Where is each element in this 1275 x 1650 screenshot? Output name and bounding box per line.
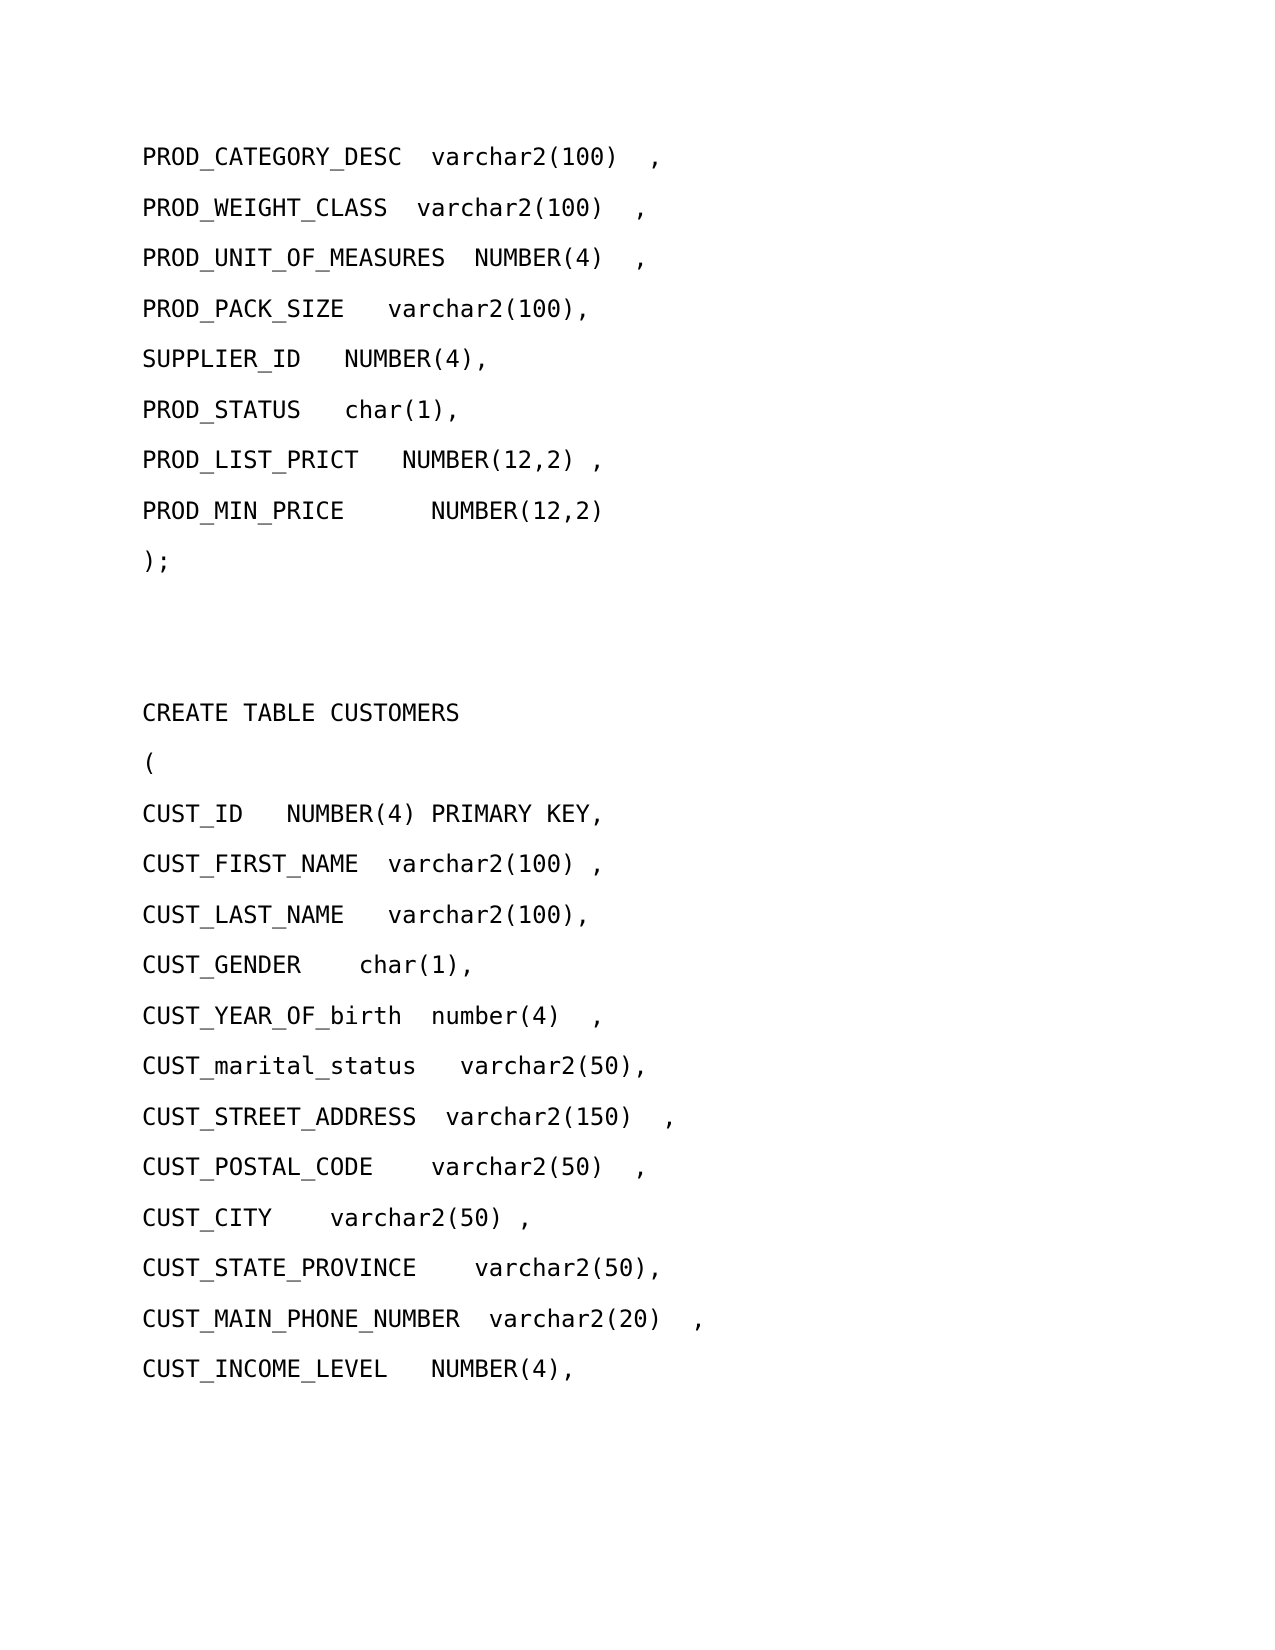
code-line-create-table-customers: CREATE TABLE CUSTOMERS bbox=[142, 698, 460, 727]
code-line: CUST_LAST_NAME varchar2(100), bbox=[142, 900, 590, 929]
code-line: CUST_STATE_PROVINCE varchar2(50), bbox=[142, 1254, 663, 1282]
code-line: SUPPLIER_ID NUMBER(4), bbox=[142, 345, 489, 373]
code-line: CUST_GENDER char(1), bbox=[142, 951, 475, 979]
code-line: CUST_ID NUMBER(4) PRIMARY KEY, bbox=[142, 799, 605, 828]
code-line: PROD_STATUS char(1), bbox=[142, 395, 460, 424]
code-line: PROD_CATEGORY_DESC varchar2(100) , bbox=[142, 143, 663, 171]
code-line: CUST_MAIN_PHONE_NUMBER varchar2(20) , bbox=[142, 1304, 706, 1333]
code-line: CUST_CITY varchar2(50) , bbox=[142, 1203, 533, 1232]
code-line: PROD_WEIGHT_CLASS varchar2(100) , bbox=[142, 193, 648, 222]
sql-code-block: PROD_CATEGORY_DESC varchar2(100) , PROD_… bbox=[142, 132, 1215, 1395]
code-line: PROD_PACK_SIZE varchar2(100), bbox=[142, 294, 590, 323]
code-line-open-paren: ( bbox=[142, 749, 157, 777]
code-line: CUST_YEAR_OF_birth number(4) , bbox=[142, 1001, 605, 1030]
code-line: CUST_FIRST_NAME varchar2(100) , bbox=[142, 850, 605, 878]
document-page: PROD_CATEGORY_DESC varchar2(100) , PROD_… bbox=[0, 0, 1275, 1650]
code-line-statement-terminator: ); bbox=[142, 547, 171, 575]
code-line: PROD_LIST_PRICT NUMBER(12,2) , bbox=[142, 446, 605, 474]
code-line: PROD_UNIT_OF_MEASURES NUMBER(4) , bbox=[142, 244, 648, 272]
code-line: CUST_INCOME_LEVEL NUMBER(4), bbox=[142, 1355, 576, 1383]
code-line: CUST_marital_status varchar2(50), bbox=[142, 1052, 648, 1080]
code-line: PROD_MIN_PRICE NUMBER(12,2) bbox=[142, 496, 605, 525]
code-line: CUST_POSTAL_CODE varchar2(50) , bbox=[142, 1153, 648, 1181]
code-line: CUST_STREET_ADDRESS varchar2(150) , bbox=[142, 1102, 677, 1131]
